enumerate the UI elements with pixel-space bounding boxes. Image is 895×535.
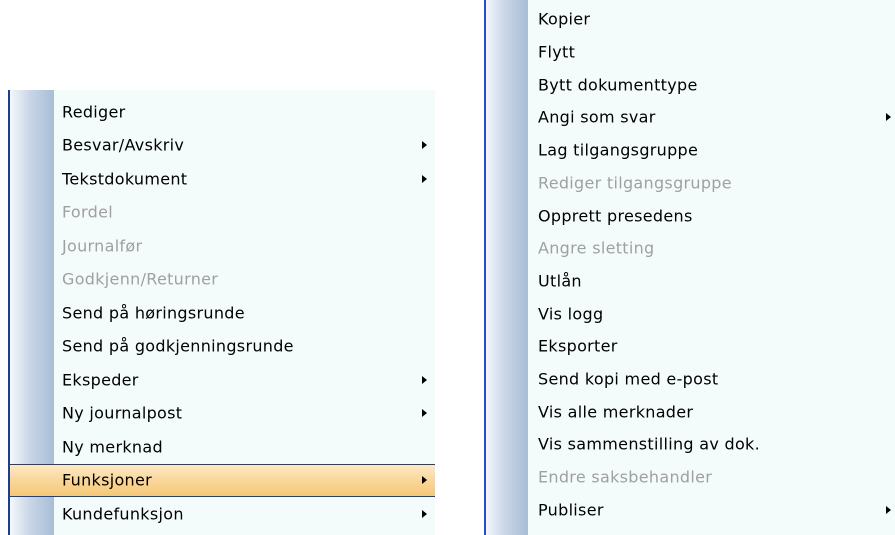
menu-item-utlan[interactable]: Utlån [486,265,895,298]
menu-item-label: Ny merknad [62,437,163,457]
menu-item-vis-sammenstilling-av-dok[interactable]: Vis sammenstilling av dok. [486,428,895,461]
menu-item-journalfor[interactable]: Journalfør [10,229,435,263]
menu-item-label: Tekstdokument [62,169,188,189]
context-menu-main: Rediger Besvar/Avskriv Tekstdokument Fordel… [8,90,435,535]
menu-item-bytt-dokumenttype[interactable]: Bytt dokumenttype [486,68,895,101]
menu-item-label: Angre sletting [538,238,655,258]
menu-item-label: Funksjoner [62,470,153,490]
menu-item-rediger-tilgangsgruppe[interactable]: Rediger tilgangsgruppe [486,167,895,200]
menu-item-label: Vis sammenstilling av dok. [538,434,760,454]
menu-item-label: Utlån [538,271,582,291]
submenu-arrow-icon [422,509,427,518]
menu-item-label: Rediger tilgangsgruppe [538,173,732,193]
menu-item-label: Opprett presedens [538,206,693,226]
menu-item-label: Flytt [538,42,576,62]
menu-item-ny-journalpost[interactable]: Ny journalpost [10,397,435,431]
menu-item-godkjenn-returner[interactable]: Godkjenn/Returner [10,263,435,297]
menu-item-ekspeder[interactable]: Ekspeder [10,363,435,397]
menu-item-label: Send på høringsrunde [62,303,245,323]
menu-item-label: Vis logg [538,304,604,324]
submenu-arrow-icon [422,476,427,485]
menu-item-label: Vis alle merknader [538,402,694,422]
submenu-arrow-icon [422,409,427,418]
menu-item-funksjoner[interactable]: Funksjoner [10,463,435,497]
menu-item-kundefunksjon[interactable]: Kundefunksjon [10,497,435,531]
menu-item-label: Ekspeder [62,370,139,390]
menu-item-label: Bytt dokumenttype [538,75,698,95]
menu-item-label: Endre saksbehandler [538,467,713,487]
submenu-arrow-icon [886,505,891,514]
menu-item-eksporter[interactable]: Eksporter [486,330,895,363]
menu-item-endre-saksbehandler[interactable]: Endre saksbehandler [486,461,895,494]
menu-item-besvar-avskriv[interactable]: Besvar/Avskriv [10,129,435,163]
menu-item-label: Kundefunksjon [62,504,184,524]
menu-item-label: Lag tilgangsgruppe [538,140,699,160]
menu-item-label: Send kopi med e-post [538,369,719,389]
submenu-arrow-icon [422,141,427,150]
menu-item-tekstdokument[interactable]: Tekstdokument [10,162,435,196]
submenu-arrow-icon [422,174,427,183]
menu-item-label: Fordel [62,202,113,222]
menu-item-label: Angi som svar [538,107,656,127]
menu-item-label: Rediger [62,102,126,122]
menu-item-send-kopi-med-e-post[interactable]: Send kopi med e-post [486,363,895,396]
submenu-funksjoner: Kopier Flytt Bytt dokumenttype Angi som sva… [484,0,895,535]
menu-item-kopier[interactable]: Kopier [486,3,895,36]
menu-item-angi-som-svar[interactable]: Angi som svar [486,101,895,134]
menu-item-label: Send på godkjenningsrunde [62,336,294,356]
menu-item-flytt[interactable]: Flytt [486,36,895,69]
menu-item-opprett-presedens[interactable]: Opprett presedens [486,199,895,232]
menu-item-publiser[interactable]: Publiser [486,494,895,527]
menu-item-label: Journalfør [62,236,143,256]
menu-item-vis-alle-merknader[interactable]: Vis alle merknader [486,395,895,428]
menu-item-label: Kopier [538,9,591,29]
menu-item-label: Publiser [538,500,604,520]
menu-item-send-pa-godkjenningsrunde[interactable]: Send på godkjenningsrunde [10,330,435,364]
menu-item-ny-merknad[interactable]: Ny merknad [10,430,435,464]
menu-item-send-pa-horingsrunde[interactable]: Send på høringsrunde [10,296,435,330]
menu-item-fordel[interactable]: Fordel [10,196,435,230]
menu-item-rediger[interactable]: Rediger [10,95,435,129]
submenu-arrow-icon [422,375,427,384]
menu-item-lag-tilgangsgruppe[interactable]: Lag tilgangsgruppe [486,134,895,167]
submenu-arrow-icon [886,113,891,122]
menu-item-label: Ny journalpost [62,403,183,423]
menu-item-angre-sletting[interactable]: Angre sletting [486,232,895,265]
menu-item-vis-logg[interactable]: Vis logg [486,297,895,330]
menu-item-label: Besvar/Avskriv [62,135,185,155]
menu-item-label: Godkjenn/Returner [62,269,219,289]
menu-item-label: Eksporter [538,336,618,356]
